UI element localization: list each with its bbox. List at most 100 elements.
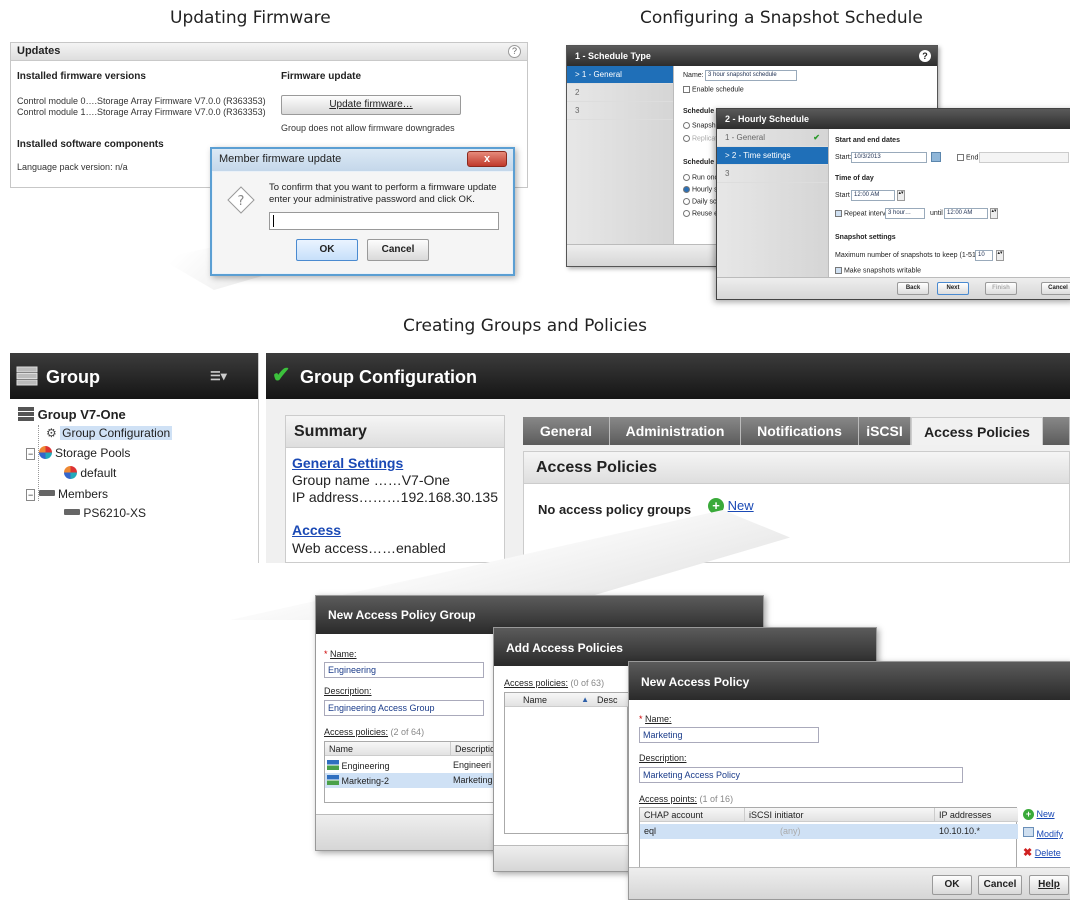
start-label: Start: xyxy=(835,154,852,161)
collapse-icon[interactable]: − xyxy=(26,448,36,460)
radio-replicate[interactable]: Replicat xyxy=(683,135,717,142)
help-button[interactable]: Help xyxy=(1029,875,1069,895)
col-name-label: Name xyxy=(523,695,548,705)
radio-icon xyxy=(683,135,690,142)
step-general[interactable]: 1 - General ✔ xyxy=(717,129,828,147)
step-2[interactable]: 2 xyxy=(567,84,673,102)
cancel-button[interactable]: Cancel xyxy=(978,875,1022,895)
finish-button[interactable]: Finish xyxy=(985,282,1017,295)
help-icon[interactable]: ? xyxy=(919,50,931,62)
apg-desc-input[interactable]: Engineering Access Group xyxy=(324,700,484,716)
modify-label: Modify xyxy=(1036,829,1064,839)
edit-icon xyxy=(1023,827,1034,837)
tree-root-label: Group V7-One xyxy=(37,407,126,422)
apg-name-input[interactable]: Engineering xyxy=(324,662,484,678)
col-iscsi-initiator[interactable]: iSCSI initiator xyxy=(745,808,935,822)
spinner-icon[interactable]: ▴▾ xyxy=(990,208,998,219)
writable-checkbox[interactable]: Make snapshots writable xyxy=(835,267,921,274)
col-description[interactable]: Desc xyxy=(593,693,629,707)
table-row[interactable]: Engineering Engineeri xyxy=(325,758,505,773)
enable-schedule-checkbox[interactable]: Enable schedule xyxy=(683,86,744,93)
radio-reuse[interactable]: Reuse e xyxy=(683,210,718,217)
spinner-icon[interactable]: ▴▾ xyxy=(996,250,1004,261)
nap-footer: OK Cancel Help xyxy=(629,867,1070,899)
new-group-link[interactable]: + New xyxy=(708,498,754,514)
config-tabs: General Administration Notifications iSC… xyxy=(523,417,1070,445)
repeat-interval-checkbox[interactable]: Repeat interval xyxy=(835,210,891,217)
nap-desc-label: Description: xyxy=(639,753,687,763)
tree-item-default-pool[interactable]: default xyxy=(64,466,116,480)
ok-button[interactable]: OK xyxy=(296,239,358,261)
step-general[interactable]: > 1 - General xyxy=(567,66,673,84)
tab-overflow[interactable] xyxy=(1043,417,1070,445)
aap-policies-label-text: Access policies: xyxy=(504,678,569,688)
max-snapshots-input[interactable]: 10 xyxy=(975,250,993,261)
caption-snapshot-schedule: Configuring a Snapshot Schedule xyxy=(640,8,923,28)
calendar-icon[interactable] xyxy=(931,152,941,162)
step-3[interactable]: 3 xyxy=(717,165,828,183)
access-link[interactable]: Access xyxy=(292,522,341,538)
row-description: Engineeri xyxy=(453,760,492,770)
software-components-heading: Installed software components xyxy=(17,139,164,150)
step-3[interactable]: 3 xyxy=(567,102,673,120)
radio-icon xyxy=(683,174,690,181)
access-point-delete[interactable]: ✖ Delete xyxy=(1023,846,1061,859)
col-name[interactable]: Name ▲ xyxy=(505,693,593,707)
radio-hourly[interactable]: Hourly s xyxy=(683,186,718,193)
end-date-input[interactable] xyxy=(979,152,1069,163)
radio-daily[interactable]: Daily sc xyxy=(683,198,716,205)
tab-access-policies[interactable]: Access Policies xyxy=(911,417,1043,445)
radio-run-once[interactable]: Run onc xyxy=(683,174,718,181)
row-name: Engineering xyxy=(341,761,390,771)
general-settings-link[interactable]: General Settings xyxy=(292,455,403,471)
radio-selected-icon xyxy=(683,186,690,193)
end-checkbox[interactable]: End xyxy=(957,154,978,161)
ok-button[interactable]: OK xyxy=(932,875,972,895)
col-chap-account[interactable]: CHAP account xyxy=(640,808,745,822)
list-menu-icon[interactable]: ☰▾ xyxy=(210,369,227,383)
tab-notifications[interactable]: Notifications xyxy=(741,417,859,445)
firmware-update-heading: Firmware update xyxy=(281,71,362,82)
cancel-button[interactable]: Cancel xyxy=(1041,282,1070,295)
radio-run-once-label: Run onc xyxy=(691,174,719,182)
radio-snapshot[interactable]: Snapsho xyxy=(683,122,720,129)
nap-name-input[interactable]: Marketing xyxy=(639,727,819,743)
tree-item-group-config[interactable]: ⚙ Group Configuration xyxy=(46,426,173,440)
table-row[interactable]: Marketing-2 Marketing xyxy=(325,773,505,788)
access-point-new[interactable]: + New xyxy=(1023,809,1055,820)
tab-general[interactable]: General xyxy=(523,417,610,445)
tod-start-input[interactable]: 12:00 AM xyxy=(851,190,895,201)
access-point-modify[interactable]: Modify xyxy=(1023,827,1063,839)
help-icon[interactable]: ? xyxy=(508,45,521,58)
collapse-icon[interactable]: − xyxy=(26,489,36,501)
col-name[interactable]: Name xyxy=(325,742,451,756)
update-firmware-button[interactable]: Update firmware… xyxy=(281,95,461,115)
tree-item-storage-pools[interactable]: − Storage Pools xyxy=(26,446,130,460)
cancel-button[interactable]: Cancel xyxy=(367,239,429,261)
add-icon: + xyxy=(1023,809,1034,820)
password-input[interactable] xyxy=(269,212,499,230)
repeat-interval-select[interactable]: 3 hour… xyxy=(885,208,925,219)
tree-item-members[interactable]: − Members xyxy=(26,487,108,501)
tree-item-member[interactable]: PS6210-XS xyxy=(64,506,146,520)
table-row[interactable]: eql (any) 10.10.10.* xyxy=(640,824,1018,839)
spinner-icon[interactable]: ▴▾ xyxy=(897,190,905,201)
tab-administration[interactable]: Administration xyxy=(610,417,741,445)
tab-iscsi[interactable]: iSCSI xyxy=(859,417,911,445)
schedule-name-input[interactable]: 3 hour snapshot schedule xyxy=(705,70,797,81)
step-time-settings[interactable]: > 2 - Time settings xyxy=(717,147,828,165)
ip-address-text: IP address………192.168.30.135 xyxy=(292,489,498,505)
aap-policies-count: (0 of 63) xyxy=(570,678,605,688)
col-ip-addresses[interactable]: IP addresses xyxy=(935,808,1018,822)
tree-config-label: Group Configuration xyxy=(60,426,173,440)
max-snapshots-label: Maximum number of snapshots to keep (1-5… xyxy=(835,252,985,259)
snapshot-settings-heading: Snapshot settings xyxy=(835,234,896,241)
tree-item-group-root[interactable]: Group V7-One xyxy=(18,407,126,422)
start-date-input[interactable]: 10/3/2013 xyxy=(851,152,927,163)
close-icon[interactable]: x xyxy=(467,151,507,167)
next-button[interactable]: Next xyxy=(937,282,969,295)
back-button[interactable]: Back xyxy=(897,282,929,295)
until-input[interactable]: 12:00 AM xyxy=(944,208,988,219)
hourly-schedule-window: 2 - Hourly Schedule 1 - General ✔ > 2 - T… xyxy=(716,108,1070,300)
nap-desc-input[interactable]: Marketing Access Policy xyxy=(639,767,963,783)
